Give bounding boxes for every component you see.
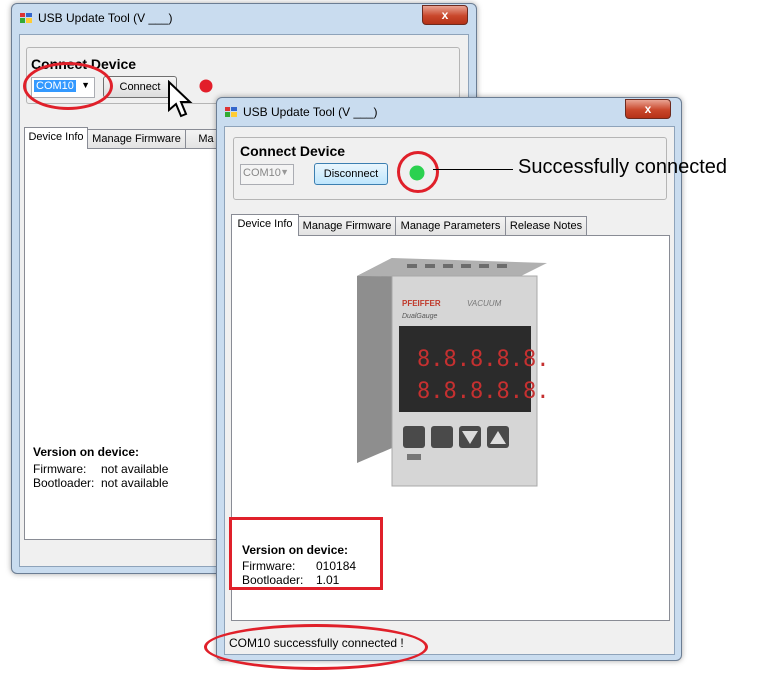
back-bootloader-label: Bootloader:: [33, 476, 95, 490]
dropdown-arrow-icon: ▼: [280, 167, 289, 177]
app-icon: [225, 107, 237, 117]
app-icon: [20, 13, 32, 23]
front-titlebar[interactable]: USB Update Tool (V ___) x: [217, 98, 681, 126]
back-version-title: Version on device:: [33, 445, 140, 459]
back-firmware-label: Firmware:: [33, 462, 87, 476]
front-port-value: COM10: [243, 167, 281, 179]
status-highlight-ellipse: [204, 624, 428, 670]
tab-manage-parameters[interactable]: Manage Parameters: [395, 216, 506, 235]
front-group-title: Connect Device: [240, 143, 346, 159]
display-row-1: 8.8.8.8.8.8: [417, 347, 547, 372]
device-brand: PFEIFFER: [402, 299, 441, 308]
display-row-2: 8.8.8.8.8.8: [417, 379, 547, 404]
back-tab-device-info[interactable]: Device Info: [24, 127, 88, 149]
device-image: PFEIFFER VACUUM DualGauge 8.8.8.8.8.8 8.…: [357, 258, 547, 487]
back-titlebar[interactable]: USB Update Tool (V ___) x: [12, 4, 476, 32]
port-highlight-ellipse: [23, 62, 113, 110]
front-port-dropdown[interactable]: COM10 ▼: [240, 164, 294, 185]
front-window-title: USB Update Tool (V ___): [243, 105, 378, 119]
tab-release-notes[interactable]: Release Notes: [505, 216, 587, 235]
disconnect-button[interactable]: Disconnect: [314, 163, 388, 185]
tab-manage-firmware[interactable]: Manage Firmware: [298, 216, 396, 235]
back-close-button[interactable]: x: [422, 5, 468, 25]
back-bootloader-value: not available: [101, 476, 169, 490]
led-highlight-circle: [397, 151, 439, 193]
mouse-cursor-icon: [168, 80, 193, 118]
back-status-led-icon: [199, 79, 213, 93]
version-highlight-box: [229, 517, 383, 590]
annotation-line: [433, 169, 513, 170]
back-tab-manage-firmware[interactable]: Manage Firmware: [87, 129, 186, 148]
device-model: DualGauge: [402, 313, 438, 320]
front-tab-strip: Device Info Manage Firmware Manage Param…: [231, 214, 671, 236]
successfully-connected-callout: Successfully connected: [518, 156, 728, 178]
tab-device-info[interactable]: Device Info: [231, 214, 299, 236]
front-close-button[interactable]: x: [625, 99, 671, 119]
back-window-title: USB Update Tool (V ___): [38, 11, 173, 25]
back-connect-button[interactable]: Connect: [103, 76, 177, 98]
device-brand-vacuum: VACUUM: [467, 299, 502, 308]
back-firmware-value: not available: [101, 462, 169, 476]
